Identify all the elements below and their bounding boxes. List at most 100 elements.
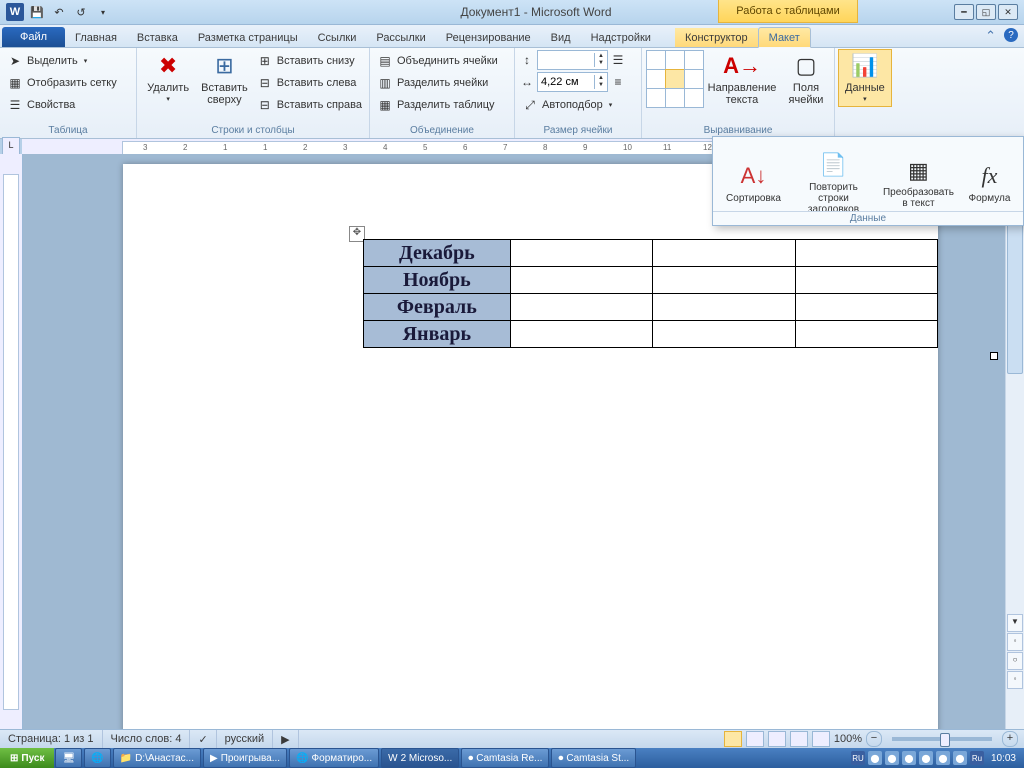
tray-lang-icon[interactable]: RU <box>851 751 865 765</box>
delete-button[interactable]: ✖Удалить▾ <box>141 50 195 106</box>
table-cell[interactable] <box>795 321 937 348</box>
table-cell[interactable] <box>653 240 795 267</box>
insert-below-button[interactable]: ⊞Вставить снизу <box>254 50 365 72</box>
table-cell[interactable]: Ноябрь <box>364 267 511 294</box>
scroll-down-button[interactable]: ▼ <box>1007 614 1023 632</box>
quicklaunch-item[interactable]: 🖥 <box>55 748 82 768</box>
table-cell[interactable] <box>653 321 795 348</box>
show-gridlines-button[interactable]: ▦Отобразить сетку <box>4 72 132 94</box>
help-icon[interactable]: ? <box>1004 28 1018 42</box>
view-outline[interactable] <box>790 731 808 747</box>
table-cell[interactable] <box>795 240 937 267</box>
insert-left-button[interactable]: ⊟Вставить слева <box>254 72 365 94</box>
taskbar-item[interactable]: ⏺Camtasia Re... <box>461 748 549 768</box>
tray-icon[interactable]: ⬤ <box>936 751 950 765</box>
distribute-cols-icon[interactable]: ≡ <box>610 74 626 90</box>
align-tr[interactable] <box>684 50 704 70</box>
zoom-slider[interactable] <box>892 737 992 741</box>
align-ml[interactable] <box>646 69 666 89</box>
save-icon[interactable]: 💾 <box>28 3 46 21</box>
tray-icon[interactable]: ⬤ <box>953 751 967 765</box>
select-button[interactable]: ➤Выделить▾ <box>4 50 132 72</box>
taskbar-item[interactable]: ▶Проигрыва... <box>203 748 287 768</box>
tab-review[interactable]: Рецензирование <box>436 28 541 47</box>
view-draft[interactable] <box>812 731 830 747</box>
tab-addins[interactable]: Надстройки <box>581 28 661 47</box>
autofit-button[interactable]: ⤢Автоподбор▾ <box>519 94 626 116</box>
view-fullscreen[interactable] <box>746 731 764 747</box>
taskbar-item-active[interactable]: W2 Microso... <box>381 748 459 768</box>
insert-above-button[interactable]: ⊞Вставить сверху <box>195 50 254 108</box>
tray-clock[interactable]: 10:03 <box>987 753 1020 764</box>
table-cell[interactable] <box>510 240 652 267</box>
tray-icon[interactable]: ⬤ <box>919 751 933 765</box>
table-cell[interactable] <box>795 267 937 294</box>
restore-button[interactable]: ◱ <box>976 4 996 20</box>
tab-file[interactable]: Файл <box>2 27 65 47</box>
status-page[interactable]: Страница: 1 из 1 <box>0 730 103 748</box>
quicklaunch-item[interactable]: 🌐 <box>84 748 110 768</box>
table-cell[interactable] <box>510 267 652 294</box>
browse-prev-button[interactable]: ◦ <box>1007 633 1023 651</box>
properties-button[interactable]: ☰Свойства <box>4 94 132 116</box>
row-height-input[interactable]: ▲▼ <box>537 50 608 70</box>
tray-icon[interactable]: ⬤ <box>885 751 899 765</box>
view-web[interactable] <box>768 731 786 747</box>
view-print-layout[interactable] <box>724 731 742 747</box>
align-bc[interactable] <box>665 88 685 108</box>
tray-icon[interactable]: ⬤ <box>868 751 882 765</box>
close-button[interactable]: ✕ <box>998 4 1018 20</box>
col-width-input[interactable]: ▲▼ <box>537 72 608 92</box>
ruler-vertical[interactable] <box>0 154 23 730</box>
tab-references[interactable]: Ссылки <box>308 28 367 47</box>
zoom-in-button[interactable]: + <box>1002 731 1018 747</box>
tray-icon[interactable]: ⬤ <box>902 751 916 765</box>
document-table[interactable]: Декабрь Ноябрь Февраль Январь <box>363 239 938 348</box>
table-cell[interactable]: Декабрь <box>364 240 511 267</box>
align-mr[interactable] <box>684 69 704 89</box>
qat-more-icon[interactable]: ▾ <box>94 3 112 21</box>
status-language[interactable]: русский <box>217 730 273 748</box>
table-cell[interactable] <box>510 321 652 348</box>
status-words[interactable]: Число слов: 4 <box>103 730 191 748</box>
tab-insert[interactable]: Вставка <box>127 28 188 47</box>
taskbar-item[interactable]: 🌐Форматиро... <box>289 748 379 768</box>
redo-icon[interactable]: ↺ <box>72 3 90 21</box>
zoom-out-button[interactable]: − <box>866 731 882 747</box>
tab-table-layout[interactable]: Макет <box>758 27 811 48</box>
cell-margins-button[interactable]: ▢Поля ячейки <box>782 50 830 108</box>
table-cell[interactable]: Январь <box>364 321 511 348</box>
taskbar-item[interactable]: ⏺Camtasia St... <box>551 748 636 768</box>
minimize-ribbon-icon[interactable]: ⌃ <box>985 28 996 44</box>
table-cell[interactable]: Февраль <box>364 294 511 321</box>
tab-page-layout[interactable]: Разметка страницы <box>188 28 308 47</box>
minimize-button[interactable]: ━ <box>954 4 974 20</box>
taskbar-item[interactable]: 📁D:\Анастас... <box>113 748 201 768</box>
align-mc[interactable] <box>665 69 685 89</box>
tab-mailings[interactable]: Рассылки <box>366 28 435 47</box>
table-cell[interactable] <box>510 294 652 321</box>
tab-home[interactable]: Главная <box>65 28 127 47</box>
table-cell[interactable] <box>795 294 937 321</box>
insert-right-button[interactable]: ⊟Вставить справа <box>254 94 365 116</box>
zoom-thumb[interactable] <box>940 733 950 747</box>
align-tc[interactable] <box>665 50 685 70</box>
browse-object-button[interactable]: ○ <box>1007 652 1023 670</box>
zoom-level[interactable]: 100% <box>834 733 862 745</box>
data-button[interactable]: 📊Данные▾ <box>839 50 891 106</box>
tab-view[interactable]: Вид <box>541 28 581 47</box>
align-bl[interactable] <box>646 88 666 108</box>
align-tl[interactable] <box>646 50 666 70</box>
table-cell[interactable] <box>653 267 795 294</box>
text-direction-button[interactable]: A→Направление текста <box>708 50 776 108</box>
start-button[interactable]: ⊞Пуск <box>0 748 54 768</box>
table-cell[interactable] <box>653 294 795 321</box>
status-macro[interactable]: ▶ <box>273 730 298 748</box>
table-resize-handle[interactable] <box>990 352 998 360</box>
merge-cells-button[interactable]: ▤Объединить ячейки <box>374 50 510 72</box>
distribute-rows-icon[interactable]: ☰ <box>610 52 626 68</box>
align-br[interactable] <box>684 88 704 108</box>
split-cells-button[interactable]: ▥Разделить ячейки <box>374 72 510 94</box>
split-table-button[interactable]: ▦Разделить таблицу <box>374 94 510 116</box>
app-icon[interactable]: W <box>6 3 24 21</box>
